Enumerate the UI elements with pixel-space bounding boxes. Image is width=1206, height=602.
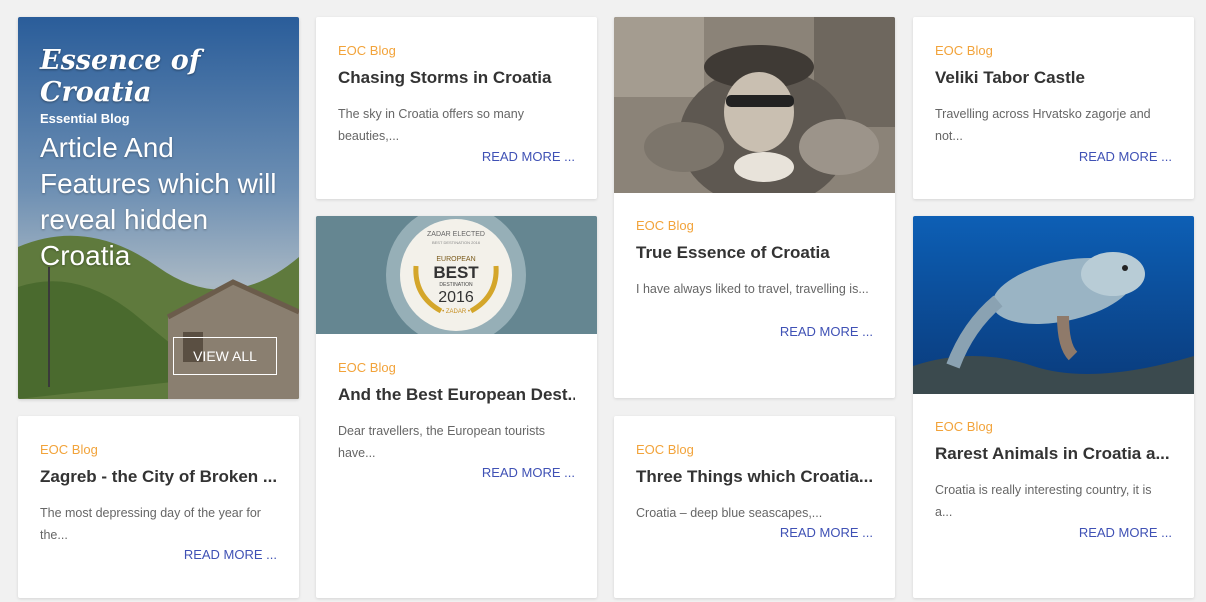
read-more-link[interactable]: READ MORE ... [482, 465, 575, 480]
post-image[interactable] [614, 17, 895, 193]
badge-destination-text: DESTINATION [439, 282, 473, 288]
post-category: EOC Blog [935, 43, 993, 58]
post-excerpt: Croatia is really interesting country, i… [935, 483, 1152, 519]
read-more-link[interactable]: READ MORE ... [780, 324, 873, 339]
post-image[interactable]: ZADAR ELECTED BEST DESTINATION 2016 EURO… [316, 216, 597, 334]
post-excerpt: Dear travellers, the European tourists h… [338, 424, 546, 460]
post-title[interactable]: Rarest Animals in Croatia a... [935, 443, 1172, 465]
post-category: EOC Blog [338, 43, 396, 58]
read-more-link[interactable]: READ MORE ... [780, 525, 873, 540]
post-card[interactable]: EOC Blog Zagreb - the City of Broken ...… [18, 416, 299, 598]
post-excerpt: Croatia – deep blue seascapes,... [636, 506, 823, 520]
read-more-link[interactable]: READ MORE ... [184, 547, 277, 562]
post-card[interactable]: ZADAR ELECTED BEST DESTINATION 2016 EURO… [316, 216, 597, 598]
post-category: EOC Blog [636, 442, 694, 457]
badge-best-text: BEST [433, 263, 479, 282]
post-title[interactable]: Veliki Tabor Castle [935, 67, 1172, 89]
read-more-link[interactable]: READ MORE ... [1079, 149, 1172, 164]
hero-subtitle: Essential Blog [40, 111, 130, 126]
hero-headline: Article And Features which will reveal h… [40, 132, 277, 271]
badge-small-text: BEST DESTINATION 2016 [432, 240, 481, 245]
badge-year-text: 2016 [438, 289, 474, 306]
read-more-link[interactable]: READ MORE ... [1079, 525, 1172, 540]
post-title[interactable]: Three Things which Croatia... [636, 466, 873, 488]
post-category: EOC Blog [338, 360, 396, 375]
post-category: EOC Blog [935, 419, 993, 434]
hero-logo: Essence of Croatia [40, 45, 201, 108]
post-title[interactable]: Zagreb - the City of Broken ... [40, 466, 277, 488]
post-card[interactable]: EOC Blog Three Things which Croatia... C… [614, 416, 895, 598]
badge-top-text: ZADAR ELECTED [427, 231, 485, 238]
post-image[interactable] [913, 216, 1194, 394]
post-title[interactable]: And the Best European Dest... [338, 384, 575, 406]
post-category: EOC Blog [636, 218, 694, 233]
post-excerpt: Travelling across Hrvatsko zagorje and n… [935, 107, 1151, 143]
post-title[interactable]: Chasing Storms in Croatia [338, 67, 575, 89]
view-all-button[interactable]: VIEW ALL [173, 337, 277, 375]
post-card[interactable]: EOC Blog Chasing Storms in Croatia The s… [316, 17, 597, 199]
post-excerpt: I have always liked to travel, travellin… [636, 282, 869, 296]
post-card[interactable]: EOC Blog Rarest Animals in Croatia a... … [913, 216, 1194, 598]
badge-european-text: EUROPEAN [436, 256, 475, 263]
post-excerpt: The sky in Croatia offers so many beauti… [338, 107, 524, 143]
badge-city-text: • ZADAR • [442, 309, 470, 315]
hero-banner[interactable]: Essence of Croatia Essential Blog Articl… [18, 17, 299, 399]
read-more-link[interactable]: READ MORE ... [482, 149, 575, 164]
post-category: EOC Blog [40, 442, 98, 457]
post-card[interactable]: EOC Blog Veliki Tabor Castle Travelling … [913, 17, 1194, 199]
post-title[interactable]: True Essence of Croatia [636, 242, 873, 264]
post-excerpt: The most depressing day of the year for … [40, 506, 261, 542]
post-card[interactable]: EOC Blog True Essence of Croatia I have … [614, 17, 895, 398]
